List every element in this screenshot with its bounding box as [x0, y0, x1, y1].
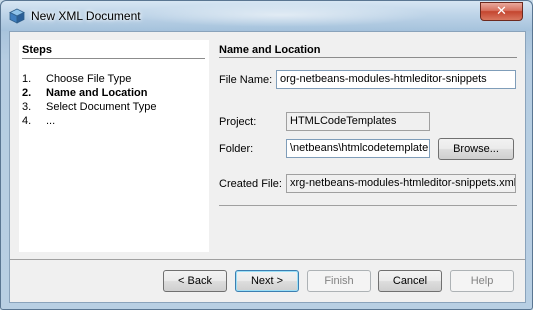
folder-label: Folder: [219, 143, 254, 155]
finish-button[interactable]: Finish [307, 270, 371, 292]
dialog-window: New XML Document ✕ Steps 1. Choose File … [0, 0, 533, 310]
title-glow [131, 3, 431, 27]
created-file-field: xrg-netbeans-modules-htmleditor-snippets… [286, 174, 516, 193]
step-number: 1. [22, 73, 32, 85]
project-field: HTMLCodeTemplates [286, 112, 430, 131]
file-name-field[interactable]: org-netbeans-modules-htmleditor-snippets [276, 70, 516, 89]
close-icon: ✕ [496, 3, 507, 18]
window-title: New XML Document [31, 9, 141, 23]
step-label: Choose File Type [46, 73, 132, 85]
next-button[interactable]: Next > [235, 270, 299, 292]
close-button[interactable]: ✕ [480, 2, 523, 21]
steps-title: Steps [22, 44, 52, 56]
step-number: 3. [22, 101, 32, 113]
step-label: ... [46, 115, 56, 127]
help-button[interactable]: Help [450, 270, 514, 292]
fields-divider [219, 205, 517, 206]
panel-title: Name and Location [219, 44, 321, 56]
steps-divider [22, 58, 205, 59]
step-number: 4. [22, 115, 32, 127]
created-file-label: Created File: [219, 178, 282, 190]
netbeans-cube-icon [9, 8, 25, 24]
folder-field[interactable]: \netbeans\htmlcodetemplate [286, 139, 430, 158]
panel-divider [219, 57, 517, 58]
file-name-label: File Name: [219, 74, 273, 86]
project-label: Project: [219, 116, 257, 128]
steps-panel: Steps 1. Choose File Type 2. Name and Lo… [19, 40, 209, 252]
back-button[interactable]: < Back [163, 270, 227, 292]
footer-divider [10, 259, 525, 260]
browse-button[interactable]: Browse... [438, 138, 514, 160]
title-bar[interactable]: New XML Document ✕ [1, 1, 532, 31]
step-label: Name and Location [46, 87, 148, 99]
dialog-content: Steps 1. Choose File Type 2. Name and Lo… [9, 31, 526, 303]
cancel-button[interactable]: Cancel [378, 270, 442, 292]
step-number: 2. [22, 87, 32, 99]
step-label: Select Document Type [46, 101, 157, 113]
